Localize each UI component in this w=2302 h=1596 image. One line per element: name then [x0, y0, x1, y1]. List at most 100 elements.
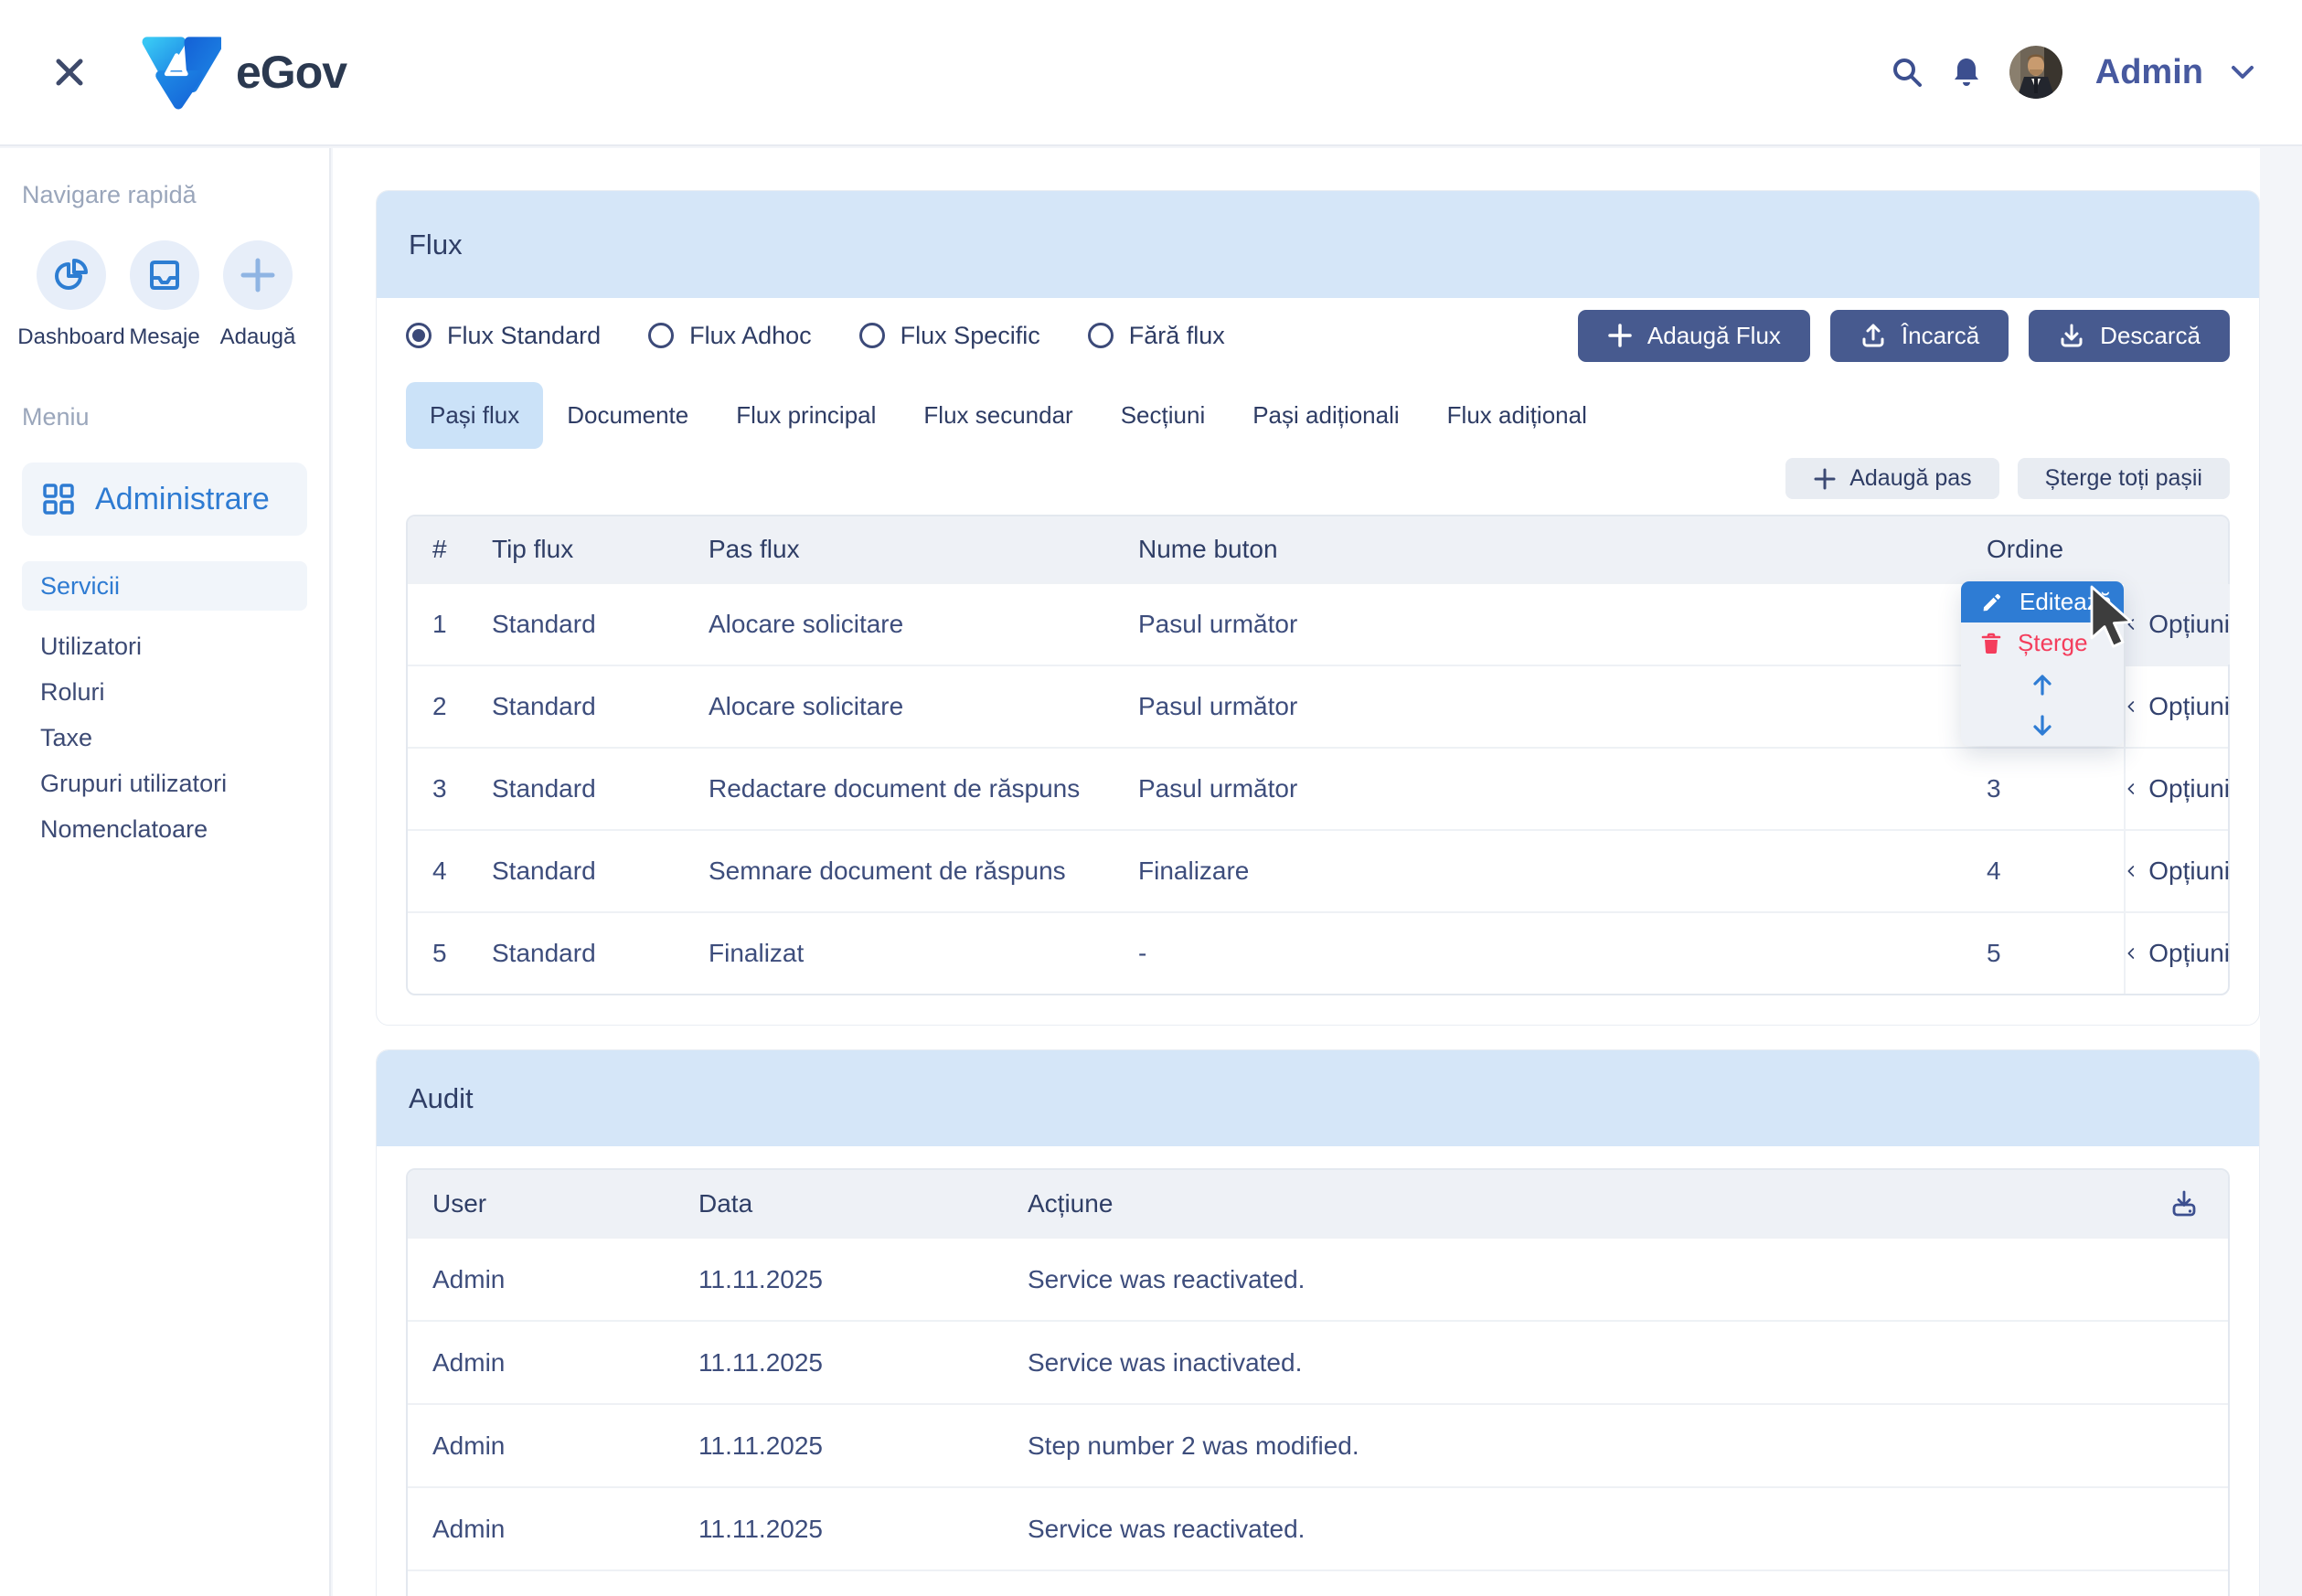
- egov-admin-page: eGov: [0, 0, 2302, 1596]
- tab-documente[interactable]: Documente: [543, 382, 712, 449]
- brand-logo: eGov: [137, 33, 346, 112]
- audit-table: User Data Acțiune Admin: [406, 1168, 2230, 1596]
- flux-title: Flux: [409, 229, 463, 261]
- flux-panel: Flux Flux Standard Flux Adhoc: [376, 190, 2260, 1026]
- flux-steps-table: # Tip flux Pas flux Nume buton Ordine 1 …: [406, 515, 2230, 995]
- user-menu-label[interactable]: Admin: [2095, 53, 2203, 92]
- sidebar-item-taxe[interactable]: Taxe: [22, 715, 307, 761]
- radio-label: Flux Standard: [447, 322, 601, 350]
- options-button[interactable]: Opțiuni: [2124, 913, 2230, 994]
- main-content: Flux Flux Standard Flux Adhoc: [333, 148, 2260, 1596]
- radio-icon: [1088, 323, 1114, 348]
- sidebar-item-administrare[interactable]: Administrare: [22, 463, 307, 536]
- notifications-bell-icon[interactable]: [1951, 56, 1982, 89]
- incarca-button[interactable]: Încarcă: [1830, 310, 2009, 362]
- brand-name: eGov: [236, 46, 346, 99]
- table-row: 4 Standard Semnare document de răspuns F…: [408, 829, 2228, 911]
- col-ordine: Ordine: [1941, 535, 2124, 564]
- radio-selected-icon: [406, 323, 432, 348]
- tab-flux-secundar[interactable]: Flux secundar: [900, 382, 1096, 449]
- audit-row: Admin 11.11.2025 Service was reactivated…: [408, 1486, 2228, 1569]
- quick-item-label: Dashboard: [17, 325, 124, 350]
- col-pas-flux: Pas flux: [709, 535, 1138, 564]
- tab-pasi-aditionali[interactable]: Pași adiționali: [1229, 382, 1423, 449]
- audit-panel: Audit User Data Acțiune: [376, 1049, 2260, 1596]
- table-row: 5 Standard Finalizat - 5 Opțiuni: [408, 911, 2228, 994]
- pencil-icon: [1981, 591, 2003, 613]
- pie-chart-icon: [37, 240, 106, 310]
- chevron-left-icon: [2126, 695, 2137, 718]
- options-button[interactable]: Opțiuni: [2124, 666, 2230, 747]
- sidebar-item-utilizatori[interactable]: Utilizatori: [22, 623, 307, 669]
- sidebar-menu-list: Utilizatori Roluri Taxe Grupuri utilizat…: [22, 623, 307, 852]
- col-tip-flux: Tip flux: [492, 535, 709, 564]
- options-button[interactable]: Opțiuni: [2124, 749, 2230, 829]
- context-menu-delete[interactable]: Șterge: [1961, 622, 2124, 664]
- audit-table-header: User Data Acțiune: [408, 1170, 2228, 1237]
- context-menu-move-down[interactable]: [1961, 705, 2124, 746]
- quick-item-label: Adaugă: [220, 325, 296, 350]
- sidebar-item-nomenclatoare[interactable]: Nomenclatoare: [22, 806, 307, 852]
- egov-logo-icon: [137, 33, 221, 112]
- plus-icon: [223, 240, 293, 310]
- audit-download-icon[interactable]: [2140, 1189, 2228, 1218]
- tab-pasi-flux[interactable]: Pași flux: [406, 382, 543, 449]
- radio-fara-flux[interactable]: Fără flux: [1088, 322, 1225, 350]
- sidebar-item-servicii[interactable]: Servicii: [22, 561, 307, 611]
- arrow-up-icon: [2030, 672, 2054, 697]
- menu-title: Meniu: [22, 403, 307, 431]
- audit-title: Audit: [409, 1082, 474, 1115]
- sterge-toti-pasii-button[interactable]: Șterge toți pașii: [2018, 458, 2230, 499]
- quick-item-adauga[interactable]: Adaugă: [214, 240, 302, 350]
- col-user: User: [408, 1189, 698, 1218]
- radio-icon: [648, 323, 674, 348]
- arrow-down-icon: [2030, 713, 2054, 739]
- audit-row: [408, 1569, 2228, 1596]
- close-icon[interactable]: [51, 54, 88, 90]
- chevron-left-icon: [2126, 859, 2137, 883]
- quick-item-dashboard[interactable]: Dashboard: [27, 240, 115, 350]
- flux-type-radios: Flux Standard Flux Adhoc Flux Specific: [406, 322, 1225, 350]
- upload-icon: [1860, 322, 1887, 349]
- adauga-pas-button[interactable]: Adaugă pas: [1785, 458, 1998, 499]
- audit-row: Admin 11.11.2025 Service was inactivated…: [408, 1320, 2228, 1403]
- col-options: [2124, 516, 2230, 582]
- col-actiune: Acțiune: [1028, 1189, 2140, 1218]
- descarca-button[interactable]: Descarcă: [2029, 310, 2230, 362]
- radio-flux-adhoc[interactable]: Flux Adhoc: [648, 322, 812, 350]
- chevron-down-icon[interactable]: [2231, 64, 2254, 80]
- adauga-flux-button[interactable]: Adaugă Flux: [1578, 310, 1810, 362]
- context-menu-move-up[interactable]: [1961, 664, 2124, 705]
- grid-icon: [42, 483, 75, 516]
- flux-table-header: # Tip flux Pas flux Nume buton Ordine: [408, 516, 2228, 582]
- col-num: #: [408, 535, 492, 564]
- table-row: 3 Standard Redactare document de răspuns…: [408, 747, 2228, 829]
- plus-icon: [1813, 467, 1837, 491]
- topbar: eGov: [0, 0, 2302, 146]
- chevron-left-icon: [2126, 777, 2137, 801]
- tab-flux-aditional[interactable]: Flux adițional: [1423, 382, 1611, 449]
- audit-row: Admin 11.11.2025 Service was reactivated…: [408, 1237, 2228, 1320]
- sidebar-item-grupuri[interactable]: Grupuri utilizatori: [22, 761, 307, 806]
- table-row: 1 Standard Alocare solicitare Pasul urmă…: [408, 582, 2228, 665]
- inbox-icon: [130, 240, 199, 310]
- radio-flux-specific[interactable]: Flux Specific: [859, 322, 1040, 350]
- quick-item-mesaje[interactable]: Mesaje: [121, 240, 208, 350]
- table-row: 2 Standard Alocare solicitare Pasul urmă…: [408, 665, 2228, 747]
- flux-panel-header: Flux: [377, 191, 2259, 298]
- chevron-left-icon: [2126, 612, 2137, 636]
- tab-sectiuni[interactable]: Secțiuni: [1097, 382, 1230, 449]
- flux-tabs: Pași flux Documente Flux principal Flux …: [406, 382, 2230, 449]
- audit-panel-header: Audit: [377, 1050, 2259, 1146]
- context-menu-edit[interactable]: Editează: [1961, 581, 2124, 622]
- download-icon: [2058, 322, 2085, 349]
- radio-flux-standard[interactable]: Flux Standard: [406, 322, 601, 350]
- radio-label: Fără flux: [1129, 322, 1225, 350]
- options-button[interactable]: Opțiuni: [2124, 584, 2230, 665]
- quick-nav-title: Navigare rapidă: [22, 181, 307, 209]
- tab-flux-principal[interactable]: Flux principal: [712, 382, 900, 449]
- options-button[interactable]: Opțiuni: [2124, 831, 2230, 911]
- avatar[interactable]: [2009, 46, 2062, 99]
- sidebar-item-roluri[interactable]: Roluri: [22, 669, 307, 715]
- search-icon[interactable]: [1891, 56, 1924, 89]
